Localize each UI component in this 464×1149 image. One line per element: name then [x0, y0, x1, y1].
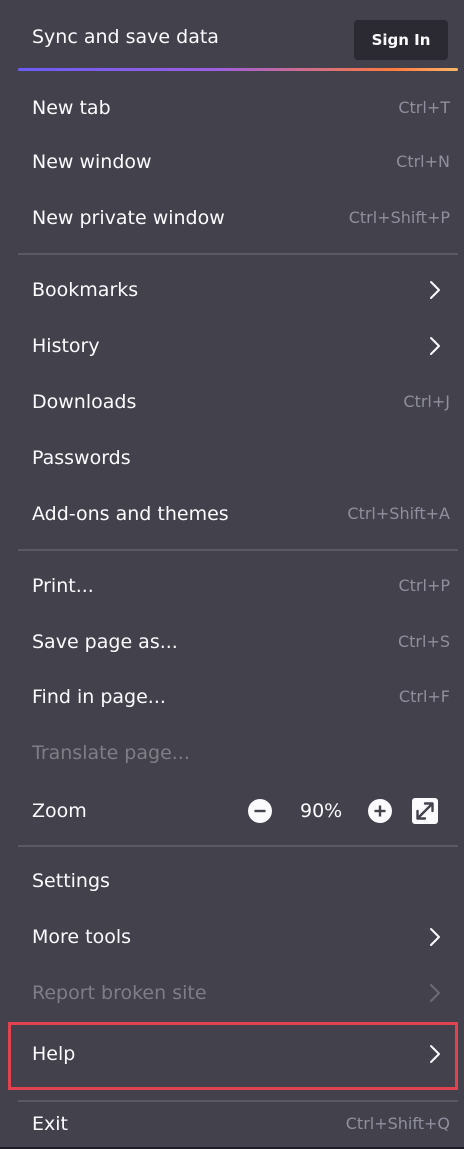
menu-item-label: New tab	[32, 97, 111, 119]
menu-item-passwords[interactable]: Passwords	[0, 433, 464, 483]
menu-item-print[interactable]: Print... Ctrl+P	[0, 561, 464, 611]
menu-item-report-broken-site: Report broken site	[0, 968, 464, 1018]
chevron-right-icon	[430, 337, 440, 355]
accent-divider	[18, 68, 458, 71]
menu-item-label: New private window	[32, 207, 225, 229]
menu-item-find-in-page[interactable]: Find in page... Ctrl+F	[0, 672, 464, 722]
zoom-level[interactable]: 90%	[300, 798, 342, 824]
menu-separator	[18, 549, 458, 551]
menu-item-bookmarks[interactable]: Bookmarks	[0, 265, 464, 315]
zoom-in-icon[interactable]	[368, 799, 392, 823]
menu-item-label: Translate page...	[32, 742, 190, 764]
chevron-right-icon	[430, 928, 440, 946]
menu-item-label: Downloads	[32, 391, 137, 413]
menu-item-new-tab[interactable]: New tab Ctrl+T	[0, 83, 464, 133]
menu-item-label: Bookmarks	[32, 279, 139, 301]
menu-item-shortcut: Ctrl+Shift+P	[348, 208, 450, 227]
menu-item-history[interactable]: History	[0, 321, 464, 371]
menu-item-label: Add-ons and themes	[32, 503, 229, 525]
menu-item-translate-page: Translate page...	[0, 728, 464, 778]
menu-item-label: Exit	[32, 1113, 68, 1135]
menu-item-downloads[interactable]: Downloads Ctrl+J	[0, 377, 464, 427]
menu-item-addons-and-themes[interactable]: Add-ons and themes Ctrl+Shift+A	[0, 489, 464, 539]
app-menu-panel: Sync and save data Sign In New tab Ctrl+…	[0, 0, 464, 1147]
menu-item-zoom: Zoom 90%	[0, 786, 464, 836]
menu-item-shortcut: Ctrl+F	[398, 687, 450, 706]
menu-item-new-private-window[interactable]: New private window Ctrl+Shift+P	[0, 193, 464, 243]
menu-item-label: Save page as...	[32, 631, 178, 653]
menu-item-new-window[interactable]: New window Ctrl+N	[0, 137, 464, 187]
menu-item-shortcut: Ctrl+J	[403, 392, 450, 411]
menu-item-settings[interactable]: Settings	[0, 856, 464, 906]
menu-separator	[18, 253, 458, 255]
zoom-out-icon[interactable]	[248, 799, 272, 823]
menu-item-more-tools[interactable]: More tools	[0, 912, 464, 962]
menu-item-shortcut: Ctrl+S	[397, 632, 450, 651]
menu-item-label: Print...	[32, 575, 94, 597]
menu-item-shortcut: Ctrl+Shift+A	[347, 504, 450, 523]
menu-item-label: New window	[32, 151, 152, 173]
help-highlight-box	[8, 1022, 458, 1090]
menu-item-shortcut: Ctrl+N	[396, 152, 450, 171]
sign-in-button[interactable]: Sign In	[354, 20, 448, 60]
sync-title: Sync and save data	[32, 26, 219, 48]
menu-item-shortcut: Ctrl+Shift+Q	[345, 1114, 450, 1133]
menu-item-exit[interactable]: Exit Ctrl+Shift+Q	[0, 1099, 464, 1149]
menu-item-label: More tools	[32, 926, 132, 948]
sync-header: Sync and save data Sign In	[0, 0, 464, 72]
menu-item-label: Report broken site	[32, 982, 207, 1004]
menu-item-label: History	[32, 335, 100, 357]
chevron-right-icon	[430, 984, 440, 1002]
menu-item-save-page-as[interactable]: Save page as... Ctrl+S	[0, 617, 464, 667]
menu-item-shortcut: Ctrl+P	[398, 576, 450, 595]
menu-item-shortcut: Ctrl+T	[398, 98, 450, 117]
chevron-right-icon	[430, 281, 440, 299]
menu-item-label: Settings	[32, 870, 110, 892]
menu-item-label: Passwords	[32, 447, 131, 469]
menu-separator	[18, 845, 458, 847]
fullscreen-icon[interactable]	[412, 798, 438, 824]
menu-item-label: Find in page...	[32, 686, 166, 708]
menu-item-label: Zoom	[32, 800, 87, 822]
